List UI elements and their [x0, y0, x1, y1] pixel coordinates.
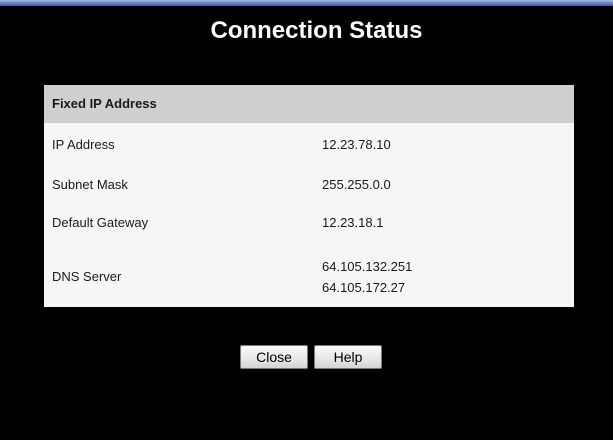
dns-server-primary-value: 64.105.132.251	[322, 259, 413, 274]
page-title: Connection Status	[210, 17, 423, 44]
ip-address-label: IP Address	[52, 137, 115, 152]
section-header-label: Fixed IP Address	[52, 96, 157, 111]
subnet-mask-label: Subnet Mask	[52, 177, 128, 192]
dns-server-label: DNS Server	[52, 269, 122, 284]
connection-status-panel: Fixed IP Address IP Address 12.23.78.10 …	[44, 85, 574, 307]
section-header: Fixed IP Address	[44, 85, 574, 123]
window-top-bar	[0, 0, 613, 6]
default-gateway-value: 12.23.18.1	[322, 215, 384, 230]
close-button[interactable]: Close	[240, 345, 308, 369]
dns-server-secondary-value: 64.105.172.27	[322, 280, 406, 295]
dns-server-values: 64.105.132.251 64.105.172.27	[322, 256, 412, 298]
help-button[interactable]: Help	[314, 345, 382, 369]
ip-address-value: 12.23.78.10	[322, 137, 391, 152]
subnet-mask-value: 255.255.0.0	[322, 177, 391, 192]
default-gateway-label: Default Gateway	[52, 215, 149, 230]
